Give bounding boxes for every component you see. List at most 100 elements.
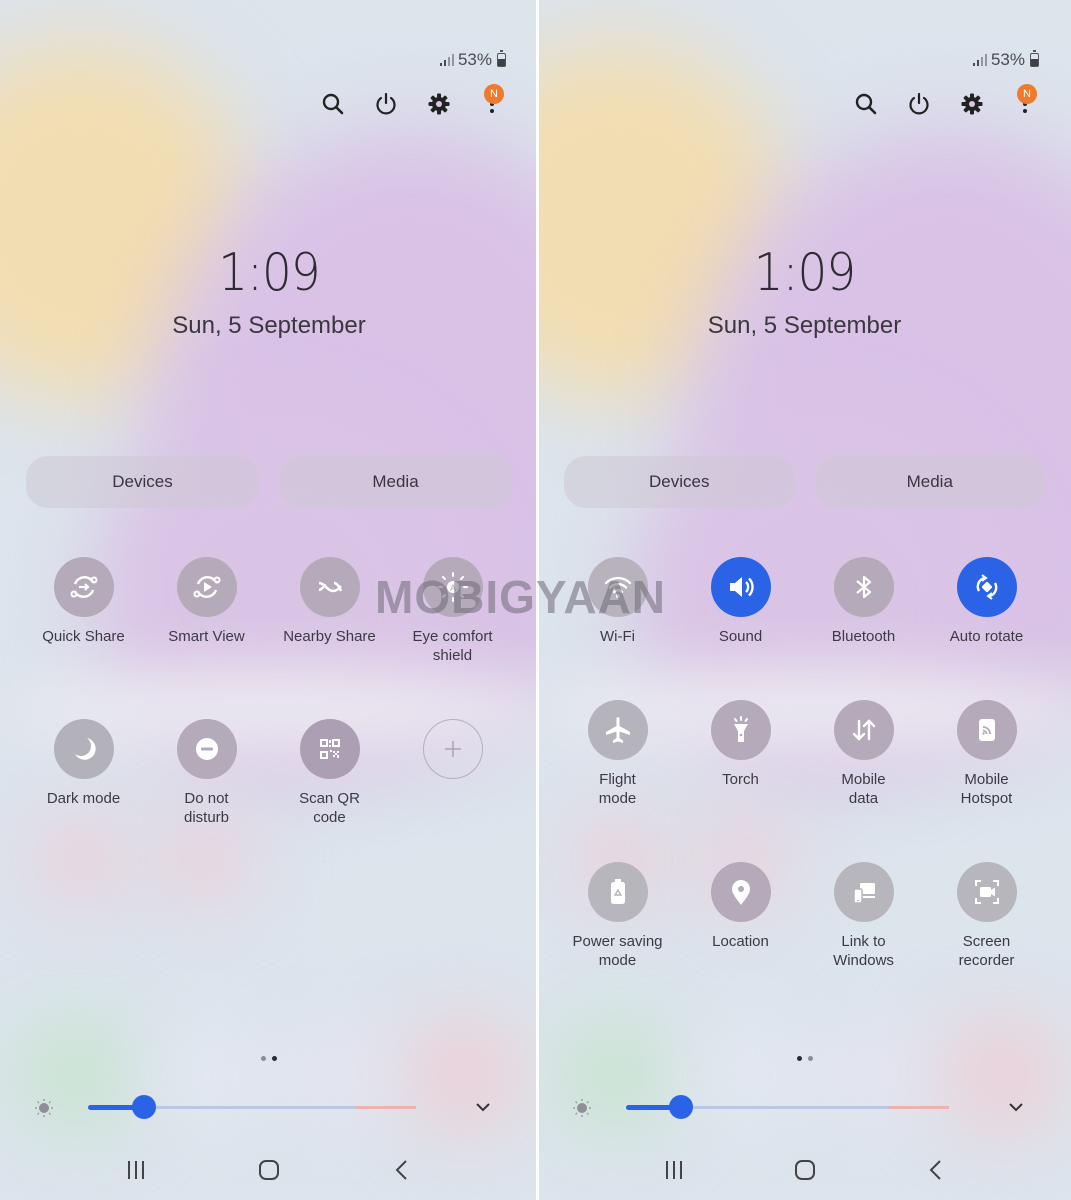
smart-view-icon xyxy=(193,576,220,598)
tile-bluetooth[interactable]: Bluetooth xyxy=(802,557,925,646)
eye-comfort-icon: A xyxy=(437,572,468,602)
notification-badge: N xyxy=(484,84,504,104)
clock-time: 1:09 xyxy=(753,243,856,303)
brightness-thumb[interactable] xyxy=(668,1095,693,1119)
back-button[interactable] xyxy=(922,1156,950,1184)
brightness-slider[interactable] xyxy=(572,1094,1037,1120)
devices-button[interactable]: Devices xyxy=(26,456,259,508)
tile-mobile-data[interactable]: Mobile data xyxy=(802,700,925,808)
battery-icon xyxy=(497,50,506,67)
brightness-icon xyxy=(573,1099,591,1117)
home-button[interactable] xyxy=(255,1156,283,1184)
recent-apps-icon xyxy=(128,1161,145,1179)
tile-label: Smart View xyxy=(168,628,245,645)
moon-icon xyxy=(74,738,96,760)
pill-buttons: Devices Media xyxy=(564,456,1045,508)
tile-label: Location xyxy=(712,933,769,950)
tile-smart-view[interactable]: Smart View xyxy=(145,557,268,665)
tile-add-button[interactable] xyxy=(391,719,514,827)
search-button[interactable] xyxy=(321,92,345,116)
chevron-down-icon[interactable] xyxy=(1005,1096,1027,1118)
tile-quick-share[interactable]: Quick Share xyxy=(22,557,145,665)
back-icon xyxy=(395,1160,407,1180)
svg-text:A: A xyxy=(449,583,455,593)
tile-auto-rotate[interactable]: Auto rotate xyxy=(925,557,1048,646)
tile-label: Flight mode xyxy=(598,771,637,807)
tile-label: Quick Share xyxy=(42,628,125,645)
tile-sound[interactable]: Sound xyxy=(679,557,802,646)
tile-label: Screen recorder xyxy=(958,933,1015,969)
wifi-icon xyxy=(604,576,631,598)
tile-nearby-share[interactable]: Nearby Share xyxy=(268,557,391,665)
tile-label: Eye comfort shield xyxy=(412,628,493,664)
search-button[interactable] xyxy=(854,92,878,116)
tile-label: Power saving mode xyxy=(572,933,663,969)
auto-rotate-icon xyxy=(976,574,997,600)
tile-link-to-windows[interactable]: Link to Windows xyxy=(802,862,925,970)
tile-location[interactable]: Location xyxy=(679,862,802,970)
tile-flight-mode[interactable]: Flight mode xyxy=(556,700,679,808)
search-icon xyxy=(322,93,344,115)
tile-label: Do not disturb xyxy=(183,790,230,826)
tile-torch[interactable]: Torch xyxy=(679,700,802,808)
tile-label: Sound xyxy=(718,628,763,645)
more-options-button[interactable]: N xyxy=(480,84,504,116)
page-dot-1-active[interactable] xyxy=(796,1056,802,1061)
tile-label: Link to Windows xyxy=(833,933,894,969)
power-button[interactable] xyxy=(374,92,398,116)
power-icon xyxy=(909,92,929,115)
brightness-slider[interactable] xyxy=(34,1094,504,1120)
tile-screen-recorder[interactable]: Screen recorder xyxy=(925,862,1048,970)
gear-icon xyxy=(428,93,450,115)
media-button[interactable]: Media xyxy=(814,456,1045,508)
more-options-button[interactable]: N xyxy=(1013,84,1037,116)
back-button[interactable] xyxy=(388,1156,416,1184)
page-dot-2-active[interactable] xyxy=(272,1056,277,1061)
navigation-bar xyxy=(0,1150,538,1190)
page-indicator xyxy=(0,1056,538,1061)
power-button[interactable] xyxy=(907,92,931,116)
sound-icon xyxy=(729,577,754,597)
panel-divider xyxy=(536,0,539,1200)
torch-icon xyxy=(733,716,748,742)
brightness-thumb[interactable] xyxy=(131,1095,156,1119)
page-dot-2[interactable] xyxy=(807,1056,813,1061)
tile-power-saving-mode[interactable]: Power saving mode xyxy=(556,862,679,970)
battery-percentage: 53% xyxy=(990,50,1025,69)
search-icon xyxy=(855,93,877,115)
tile-do-not-disturb[interactable]: Do not disturb xyxy=(145,719,268,827)
tile-wifi[interactable]: Wi-Fi xyxy=(556,557,679,646)
home-icon xyxy=(258,1160,279,1180)
quick-panel-actions: N xyxy=(854,84,1037,116)
recent-apps-button[interactable] xyxy=(122,1156,150,1184)
brightness-icon xyxy=(35,1099,53,1117)
clock-time: 1:09 xyxy=(218,243,320,303)
signal-icon xyxy=(972,54,987,66)
quick-panel-actions: N xyxy=(321,84,504,116)
location-icon xyxy=(731,880,750,905)
tile-mobile-hotspot[interactable]: Mobile Hotspot xyxy=(925,700,1048,808)
tile-dark-mode[interactable]: Dark mode xyxy=(22,719,145,827)
media-button[interactable]: Media xyxy=(279,456,512,508)
settings-button[interactable] xyxy=(427,92,451,116)
tile-scan-qr-code[interactable]: Scan QR code xyxy=(268,719,391,827)
tile-eye-comfort-shield[interactable]: A Eye comfort shield xyxy=(391,557,514,665)
back-icon xyxy=(929,1160,941,1180)
airplane-icon xyxy=(605,717,630,743)
bluetooth-icon xyxy=(855,575,871,599)
do-not-disturb-icon xyxy=(195,738,218,760)
chevron-down-icon[interactable] xyxy=(472,1096,494,1118)
quick-settings-grid: Wi-Fi Sound Bluetooth Auto rotate Flight… xyxy=(556,557,1048,970)
hotspot-icon xyxy=(978,719,995,741)
devices-button[interactable]: Devices xyxy=(564,456,795,508)
tile-label: Bluetooth xyxy=(831,628,896,645)
recent-apps-button[interactable] xyxy=(660,1156,688,1184)
settings-button[interactable] xyxy=(960,92,984,116)
status-bar: 53% xyxy=(972,50,1039,70)
notification-badge: N xyxy=(1017,84,1037,104)
tile-label: Mobile Hotspot xyxy=(960,771,1013,807)
tile-label: Dark mode xyxy=(46,790,121,807)
home-button[interactable] xyxy=(791,1156,819,1184)
page-dot-1[interactable] xyxy=(261,1056,266,1061)
signal-icon xyxy=(439,54,454,66)
